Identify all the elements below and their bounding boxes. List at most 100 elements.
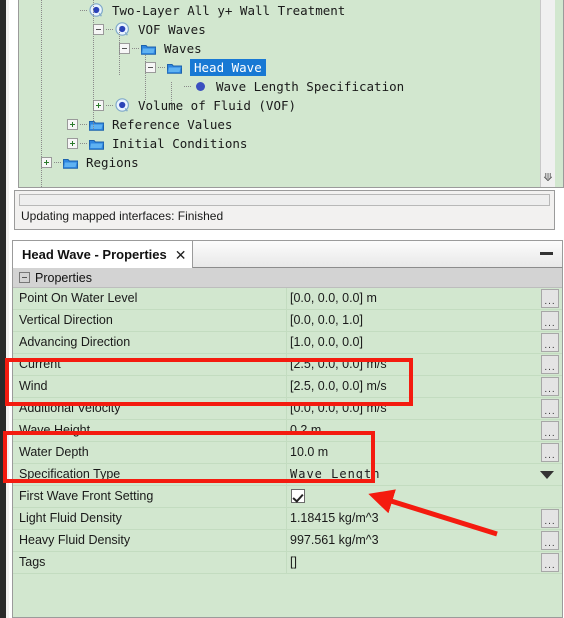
- tree-connector: [184, 86, 191, 87]
- property-checkbox[interactable]: [291, 489, 305, 503]
- tree-connector: [106, 105, 113, 106]
- tree-item-label: VOF Waves: [138, 22, 206, 37]
- expand-toggle-icon[interactable]: [67, 119, 78, 130]
- tree-item[interactable]: Waves: [119, 39, 202, 58]
- column-divider: [286, 332, 287, 353]
- property-label: Point On Water Level: [19, 291, 138, 305]
- property-label: Current: [19, 357, 61, 371]
- property-edit-button[interactable]: ...: [541, 289, 559, 308]
- tree-connector: [106, 29, 113, 30]
- property-edit-button[interactable]: ...: [541, 531, 559, 550]
- chevron-down-icon[interactable]: ⟱: [541, 173, 555, 184]
- tree-connector: [132, 48, 139, 49]
- tree-connector: [80, 10, 87, 11]
- node-icon: [89, 3, 104, 18]
- column-divider: [286, 354, 287, 375]
- property-edit-button[interactable]: ...: [541, 443, 559, 462]
- property-value: [2.5, 0.0, 0.0] m/s: [290, 379, 387, 393]
- folder-icon: [167, 62, 182, 74]
- property-row[interactable]: Advancing Direction [1.0, 0.0, 0.0]...: [13, 332, 562, 354]
- simulation-tree-panel: Two-Layer All y+ Wall Treatment VOF Waves…: [9, 0, 564, 190]
- column-divider: [286, 508, 287, 529]
- property-edit-button[interactable]: ...: [541, 553, 559, 572]
- properties-body: Properties Point On Water Level [0.0, 0.0…: [12, 268, 563, 618]
- property-row[interactable]: Wave Height 0.2 m...: [13, 420, 562, 442]
- property-value: 1.18415 kg/m^3: [290, 511, 379, 525]
- tree-vertical-scrollbar[interactable]: ⟱: [540, 0, 555, 187]
- tree-item[interactable]: Reference Values: [67, 115, 232, 134]
- tree-item[interactable]: VOF Waves: [93, 20, 206, 39]
- tab-head-wave-properties[interactable]: Head Wave - Properties ✕: [13, 241, 194, 268]
- tree-item[interactable]: Wave Length Specification: [171, 77, 404, 96]
- property-label: Water Depth: [19, 445, 89, 459]
- close-icon[interactable]: ✕: [175, 248, 187, 262]
- expand-toggle-icon[interactable]: [67, 138, 78, 149]
- expand-toggle-icon[interactable]: [93, 100, 104, 111]
- collapse-toggle-icon[interactable]: [119, 43, 130, 54]
- column-divider: [286, 398, 287, 419]
- tree-item[interactable]: Regions: [41, 153, 139, 172]
- property-edit-button[interactable]: ...: [541, 377, 559, 396]
- tree-item-label: Regions: [86, 155, 139, 170]
- tree-item[interactable]: Head Wave: [145, 58, 266, 77]
- column-divider: [286, 530, 287, 551]
- property-edit-button[interactable]: ...: [541, 355, 559, 374]
- property-value: [0.0, 0.0, 1.0]: [290, 313, 363, 327]
- tree-guide-line: [145, 55, 146, 101]
- folder-icon: [63, 157, 78, 169]
- property-row[interactable]: Light Fluid Density 1.18415 kg/m^3...: [13, 508, 562, 530]
- tree-item[interactable]: Volume of Fluid (VOF): [93, 96, 296, 115]
- property-edit-button[interactable]: ...: [541, 399, 559, 418]
- property-value: [0.0, 0.0, 0.0] m/s: [290, 401, 387, 415]
- tree-item[interactable]: Two-Layer All y+ Wall Treatment: [67, 1, 345, 20]
- property-row[interactable]: Current [2.5, 0.0, 0.0] m/s...: [13, 354, 562, 376]
- property-label: Wave Height: [19, 423, 91, 437]
- property-label: Heavy Fluid Density: [19, 533, 131, 547]
- property-row[interactable]: Water Depth 10.0 m...: [13, 442, 562, 464]
- column-divider: [286, 442, 287, 463]
- property-value: [0.0, 0.0, 0.0] m: [290, 291, 377, 305]
- column-divider: [286, 420, 287, 441]
- collapse-toggle-icon[interactable]: [19, 272, 30, 283]
- minimize-icon[interactable]: [540, 252, 553, 255]
- tree-guide-line: [93, 0, 94, 130]
- property-edit-button[interactable]: ...: [541, 333, 559, 352]
- properties-group-header[interactable]: Properties: [13, 268, 562, 288]
- property-edit-button[interactable]: ...: [541, 509, 559, 528]
- property-row[interactable]: Heavy Fluid Density 997.561 kg/m^3...: [13, 530, 562, 552]
- property-label: Wind: [19, 379, 48, 393]
- tree-guide-line: [119, 28, 120, 76]
- properties-tab-label: Head Wave - Properties: [22, 247, 167, 262]
- property-row[interactable]: Tags []...: [13, 552, 562, 574]
- chevron-down-icon[interactable]: [540, 471, 554, 479]
- property-label: Tags: [19, 555, 46, 569]
- tree-item[interactable]: Initial Conditions: [67, 134, 247, 153]
- property-row[interactable]: Additional Velocity [0.0, 0.0, 0.0] m/s..…: [13, 398, 562, 420]
- tree-connector: [54, 162, 61, 163]
- column-divider: [286, 552, 287, 573]
- property-row[interactable]: Point On Water Level [0.0, 0.0, 0.0] m...: [13, 288, 562, 310]
- property-edit-button[interactable]: ...: [541, 421, 559, 440]
- property-row[interactable]: Specification Type Wave Length: [13, 464, 562, 486]
- simulation-tree[interactable]: Two-Layer All y+ Wall Treatment VOF Waves…: [19, 0, 551, 187]
- property-label: Specification Type: [19, 467, 121, 481]
- collapse-toggle-icon[interactable]: [93, 24, 104, 35]
- collapse-toggle-icon[interactable]: [145, 62, 156, 73]
- tree-connector: [158, 67, 165, 68]
- property-label: Vertical Direction: [19, 313, 113, 327]
- property-row[interactable]: Wind [2.5, 0.0, 0.0] m/s...: [13, 376, 562, 398]
- properties-titlebar: Head Wave - Properties ✕: [12, 240, 563, 268]
- expand-toggle-icon[interactable]: [41, 157, 52, 168]
- property-value: []: [290, 555, 297, 569]
- folder-icon: [89, 119, 104, 131]
- property-label: Additional Velocity: [19, 401, 121, 415]
- properties-group-label: Properties: [35, 270, 92, 285]
- property-row[interactable]: Vertical Direction [0.0, 0.0, 1.0]...: [13, 310, 562, 332]
- property-row[interactable]: First Wave Front Setting: [13, 486, 562, 508]
- folder-icon: [89, 138, 104, 150]
- screenshot-root: Two-Layer All y+ Wall Treatment VOF Waves…: [0, 0, 564, 618]
- tree-item-label: Reference Values: [112, 117, 233, 132]
- property-edit-button[interactable]: ...: [541, 311, 559, 330]
- tree-item-label: Volume of Fluid (VOF): [138, 98, 297, 113]
